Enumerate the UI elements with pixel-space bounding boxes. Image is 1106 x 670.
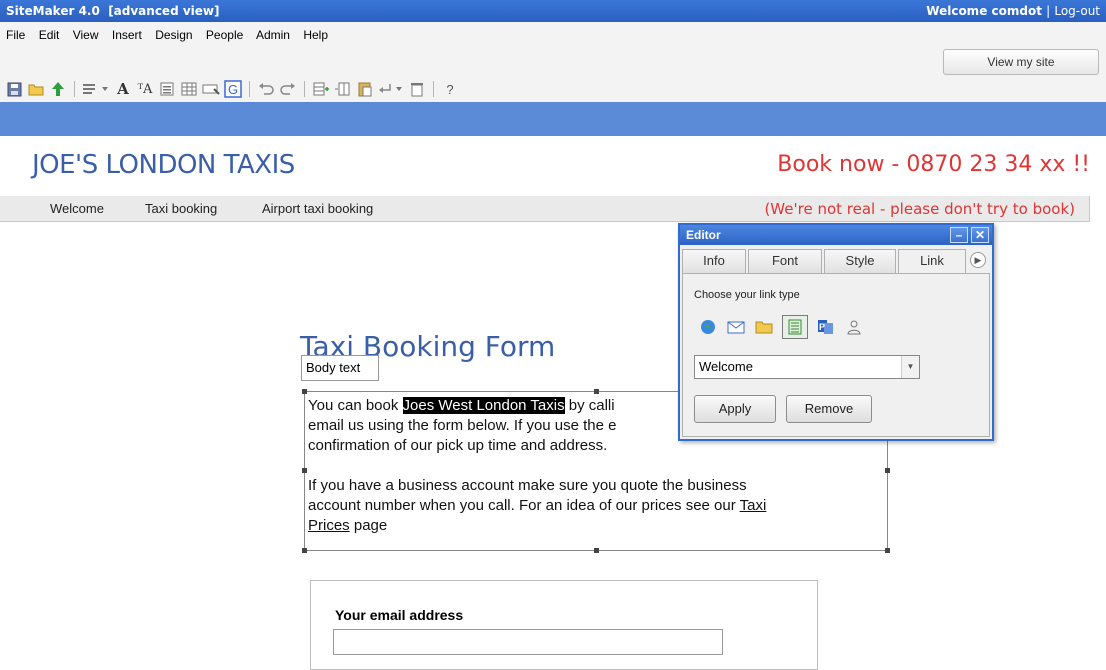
site-nav: Welcome Taxi booking Airport taxi bookin… bbox=[0, 196, 1090, 222]
align-icon[interactable] bbox=[157, 79, 177, 99]
toolbar-separator bbox=[249, 81, 250, 97]
resize-handle[interactable] bbox=[594, 389, 599, 394]
resize-handle[interactable] bbox=[594, 548, 599, 553]
resize-handle[interactable] bbox=[302, 468, 307, 473]
menu-insert[interactable]: Insert bbox=[112, 28, 142, 42]
menu-bar: File Edit View Insert Design People Admi… bbox=[6, 28, 338, 42]
menu-admin[interactable]: Admin bbox=[256, 28, 290, 42]
selected-text[interactable]: Joes West London Taxis bbox=[402, 397, 565, 414]
help-icon[interactable]: ? bbox=[440, 79, 460, 99]
logout-link[interactable]: Log-out bbox=[1054, 4, 1100, 18]
editor-tabs: Info Font Style Link bbox=[682, 249, 966, 274]
document-p-icon[interactable]: P bbox=[816, 317, 836, 337]
user-area: Welcome comdot | Log-out bbox=[926, 4, 1100, 18]
toolbar: A ᵀA G ? bbox=[4, 78, 460, 100]
form-icon[interactable] bbox=[201, 79, 221, 99]
paste-icon[interactable] bbox=[355, 79, 375, 99]
toolbar-separator bbox=[304, 81, 305, 97]
person-icon[interactable] bbox=[844, 317, 864, 337]
folder-icon[interactable] bbox=[754, 317, 774, 337]
view-my-site-button[interactable]: View my site bbox=[943, 49, 1099, 75]
body-line: Prices page bbox=[308, 517, 388, 534]
nav-welcome[interactable]: Welcome bbox=[50, 201, 104, 216]
site-banner-band bbox=[0, 102, 1106, 136]
tab-font[interactable]: Font bbox=[748, 249, 822, 273]
svg-text:P: P bbox=[819, 322, 825, 332]
link-target-value: Welcome bbox=[699, 359, 753, 374]
menu-edit[interactable]: Edit bbox=[39, 28, 60, 42]
body-line: If you have a business account make sure… bbox=[308, 477, 747, 494]
insert-row-icon[interactable] bbox=[311, 79, 331, 99]
email-field[interactable] bbox=[333, 629, 723, 655]
site-header: JOE'S LONDON TAXIS Book now - 0870 23 34… bbox=[0, 136, 1106, 196]
chevron-down-icon[interactable]: ▼ bbox=[901, 356, 919, 378]
tab-style[interactable]: Style bbox=[824, 249, 896, 273]
svg-text:G: G bbox=[228, 82, 238, 97]
resize-handle[interactable] bbox=[885, 548, 890, 553]
menu-file[interactable]: File bbox=[6, 28, 25, 42]
publish-arrow-icon[interactable] bbox=[48, 79, 68, 99]
globe-icon[interactable] bbox=[698, 317, 718, 337]
nav-taxi-booking[interactable]: Taxi booking bbox=[145, 201, 217, 216]
undo-icon[interactable] bbox=[256, 79, 276, 99]
paragraph-format-dropdown-icon[interactable] bbox=[81, 79, 111, 99]
booking-form: Your email address bbox=[310, 580, 818, 670]
editor-title-bar[interactable]: Editor bbox=[680, 225, 992, 245]
toolbar-separator bbox=[74, 81, 75, 97]
title-separator: | bbox=[1046, 4, 1051, 18]
not-real-notice: (We're not real - please don't try to bo… bbox=[764, 200, 1075, 218]
resize-handle[interactable] bbox=[302, 389, 307, 394]
insert-column-icon[interactable] bbox=[333, 79, 353, 99]
body-line: account number when you call. For an ide… bbox=[308, 497, 767, 514]
menu-people[interactable]: People bbox=[206, 28, 243, 42]
app-title-bar: SiteMaker 4.0 [advanced view] Welcome co… bbox=[0, 0, 1106, 22]
tab-info[interactable]: Info bbox=[682, 249, 746, 273]
book-now-text: Book now - 0870 23 34 xx !! bbox=[777, 152, 1090, 177]
delete-icon[interactable] bbox=[407, 79, 427, 99]
font-size-icon[interactable]: A bbox=[113, 79, 133, 99]
choose-link-type-label: Choose your link type bbox=[694, 289, 800, 301]
table-icon[interactable] bbox=[179, 79, 199, 99]
menu-view[interactable]: View bbox=[73, 28, 99, 42]
redo-icon[interactable] bbox=[278, 79, 298, 99]
apply-button[interactable]: Apply bbox=[694, 395, 776, 423]
editor-chrome: File Edit View Insert Design People Admi… bbox=[0, 22, 1106, 102]
welcome-text: Welcome comdot bbox=[926, 4, 1042, 18]
close-button[interactable]: ✕ bbox=[971, 227, 989, 243]
font-style-icon[interactable]: ᵀA bbox=[135, 79, 155, 99]
resize-handle[interactable] bbox=[885, 468, 890, 473]
app-title: SiteMaker 4.0 [advanced view] bbox=[6, 4, 220, 18]
minimize-button[interactable]: – bbox=[950, 227, 968, 243]
taxi-prices-link[interactable]: Prices bbox=[308, 517, 350, 534]
link-type-icons: P bbox=[698, 315, 864, 339]
remove-button[interactable]: Remove bbox=[786, 395, 872, 423]
toolbar-separator bbox=[433, 81, 434, 97]
tabs-scroll-arrow-icon[interactable]: ▶ bbox=[970, 252, 986, 268]
widget-g-icon[interactable]: G bbox=[223, 79, 243, 99]
email-label: Your email address bbox=[335, 607, 464, 623]
open-folder-icon[interactable] bbox=[26, 79, 46, 99]
tab-link[interactable]: Link bbox=[898, 249, 966, 274]
editor-title: Editor bbox=[686, 228, 721, 242]
taxi-prices-link[interactable]: Taxi bbox=[740, 497, 767, 514]
resize-handle[interactable] bbox=[302, 548, 307, 553]
envelope-icon[interactable] bbox=[726, 317, 746, 337]
save-icon[interactable] bbox=[4, 79, 24, 99]
line-break-dropdown-icon[interactable] bbox=[377, 79, 405, 99]
editor-panel[interactable]: Editor – ✕ Info Font Style Link ▶ Choose… bbox=[678, 223, 994, 441]
link-target-select[interactable]: Welcome ▼ bbox=[694, 355, 920, 379]
menu-help[interactable]: Help bbox=[303, 28, 328, 42]
nav-airport-taxi-booking[interactable]: Airport taxi booking bbox=[262, 201, 373, 216]
body-text-label: Body text bbox=[301, 355, 379, 381]
site-title: JOE'S LONDON TAXIS bbox=[32, 150, 295, 180]
page-icon[interactable] bbox=[782, 315, 808, 339]
menu-design[interactable]: Design bbox=[155, 28, 192, 42]
